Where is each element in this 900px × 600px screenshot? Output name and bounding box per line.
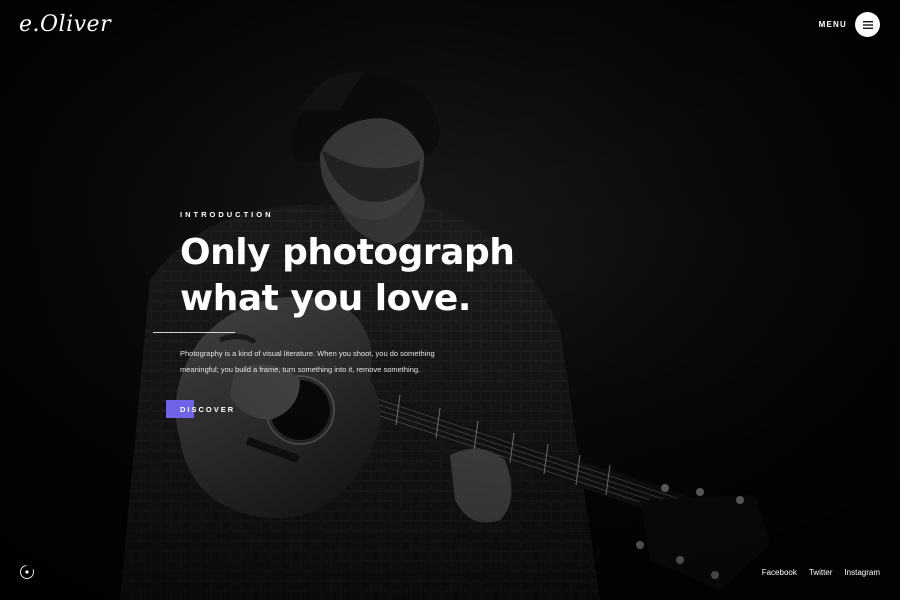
hero-headline: Only photograph what you love.	[180, 230, 515, 322]
hero-description-line-2: meaningful; you build a frame, turn some…	[180, 365, 421, 374]
social-link-twitter[interactable]: Twitter	[809, 568, 833, 577]
hero-headline-line-1: Only photograph	[180, 232, 515, 273]
site-logo[interactable]: e.Oliver	[19, 12, 111, 37]
social-link-instagram[interactable]: Instagram	[844, 568, 880, 577]
hero-page: e.Oliver MENU INTRODUCTION Only photogra…	[0, 0, 900, 600]
menu-button[interactable]	[855, 12, 880, 37]
discover-button[interactable]: DISCOVER	[166, 400, 235, 418]
hamburger-icon	[862, 20, 873, 29]
social-links: Facebook Twitter Instagram	[762, 568, 880, 577]
discover-label[interactable]: DISCOVER	[180, 405, 235, 414]
hero-divider	[153, 332, 235, 333]
hero-description: Photography is a kind of visual literatu…	[180, 346, 470, 378]
hero-description-line-1: Photography is a kind of visual literatu…	[180, 349, 435, 358]
hero-headline-line-2: what you love.	[180, 278, 471, 319]
scroll-down-icon[interactable]	[19, 564, 35, 580]
menu-label[interactable]: MENU	[819, 20, 847, 29]
menu-toggle[interactable]: MENU	[819, 12, 880, 37]
social-link-facebook[interactable]: Facebook	[762, 568, 797, 577]
hero-eyebrow: INTRODUCTION	[180, 210, 274, 219]
